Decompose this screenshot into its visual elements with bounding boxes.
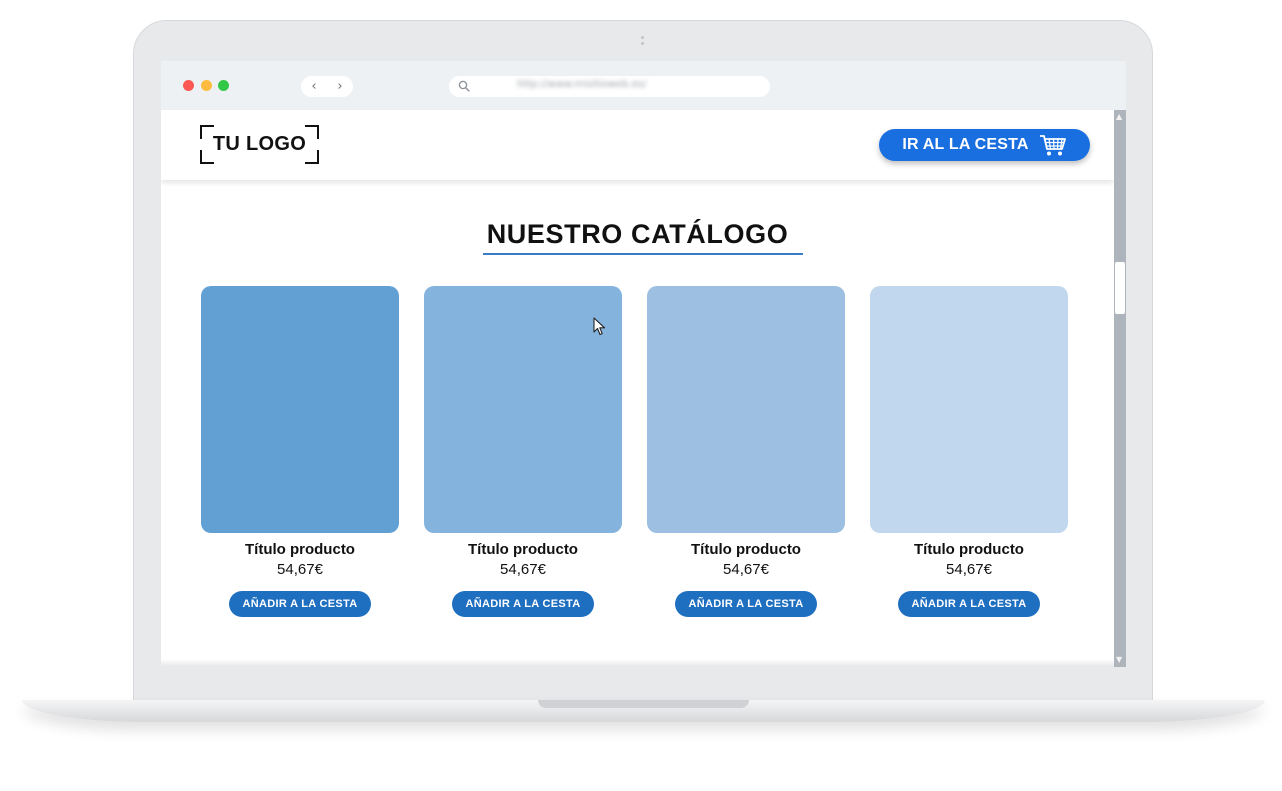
go-to-cart-label: IR AL LA CESTA xyxy=(902,136,1029,153)
maximize-window-button[interactable] xyxy=(218,80,229,91)
back-button[interactable]: ‹ xyxy=(301,76,327,97)
product-title: Título producto xyxy=(914,541,1024,558)
forward-button[interactable]: › xyxy=(327,76,353,97)
product-title: Título producto xyxy=(468,541,578,558)
product-image[interactable] xyxy=(201,286,399,533)
product-card: Título producto 54,67€ AÑADIR A LA CESTA xyxy=(647,286,845,617)
product-price: 54,67€ xyxy=(500,561,546,578)
scroll-down-arrow-icon[interactable]: ▼ xyxy=(1116,656,1122,664)
minimize-window-button[interactable] xyxy=(201,80,212,91)
scrollbar-thumb[interactable] xyxy=(1115,262,1125,314)
go-to-cart-button[interactable]: IR AL LA CESTA xyxy=(879,129,1090,161)
product-image[interactable] xyxy=(870,286,1068,533)
site-logo[interactable]: TU LOGO xyxy=(200,125,319,164)
laptop-notch xyxy=(538,700,749,708)
shopping-cart-icon xyxy=(1039,135,1066,156)
scroll-up-arrow-icon[interactable]: ▲ xyxy=(1116,113,1122,121)
address-bar[interactable]: http://www.misitioweb.es/ xyxy=(449,76,770,97)
product-card: Título producto 54,67€ AÑADIR A LA CESTA xyxy=(201,286,399,617)
title-underline xyxy=(483,253,803,255)
logo-text: TU LOGO xyxy=(212,133,307,155)
product-card: Título producto 54,67€ AÑADIR A LA CESTA xyxy=(870,286,1068,617)
mouse-pointer-icon xyxy=(593,317,606,336)
screen: ‹ › http://www.misitioweb.es/ TU LOGO IR… xyxy=(161,61,1126,667)
camera-icon xyxy=(641,36,645,45)
site-header: TU LOGO IR AL LA CESTA xyxy=(161,110,1114,180)
browser-toolbar: ‹ › http://www.misitioweb.es/ xyxy=(161,61,1126,111)
add-to-cart-button[interactable]: AÑADIR A LA CESTA xyxy=(898,591,1040,617)
add-to-cart-button[interactable]: AÑADIR A LA CESTA xyxy=(229,591,371,617)
add-to-cart-button[interactable]: AÑADIR A LA CESTA xyxy=(452,591,594,617)
page-bottom-edge xyxy=(161,659,1114,667)
close-window-button[interactable] xyxy=(183,80,194,91)
product-price: 54,67€ xyxy=(277,561,323,578)
product-price: 54,67€ xyxy=(723,561,769,578)
url-text: http://www.misitioweb.es/ xyxy=(517,79,647,90)
search-icon xyxy=(458,80,470,92)
product-title: Título producto xyxy=(691,541,801,558)
add-to-cart-button[interactable]: AÑADIR A LA CESTA xyxy=(675,591,817,617)
product-image[interactable] xyxy=(647,286,845,533)
catalog-title: NUESTRO CATÁLOGO xyxy=(486,219,789,249)
navigation-buttons: ‹ › xyxy=(301,76,353,97)
vertical-scrollbar[interactable]: ▲ ▼ xyxy=(1114,110,1126,667)
product-title: Título producto xyxy=(245,541,355,558)
product-price: 54,67€ xyxy=(946,561,992,578)
